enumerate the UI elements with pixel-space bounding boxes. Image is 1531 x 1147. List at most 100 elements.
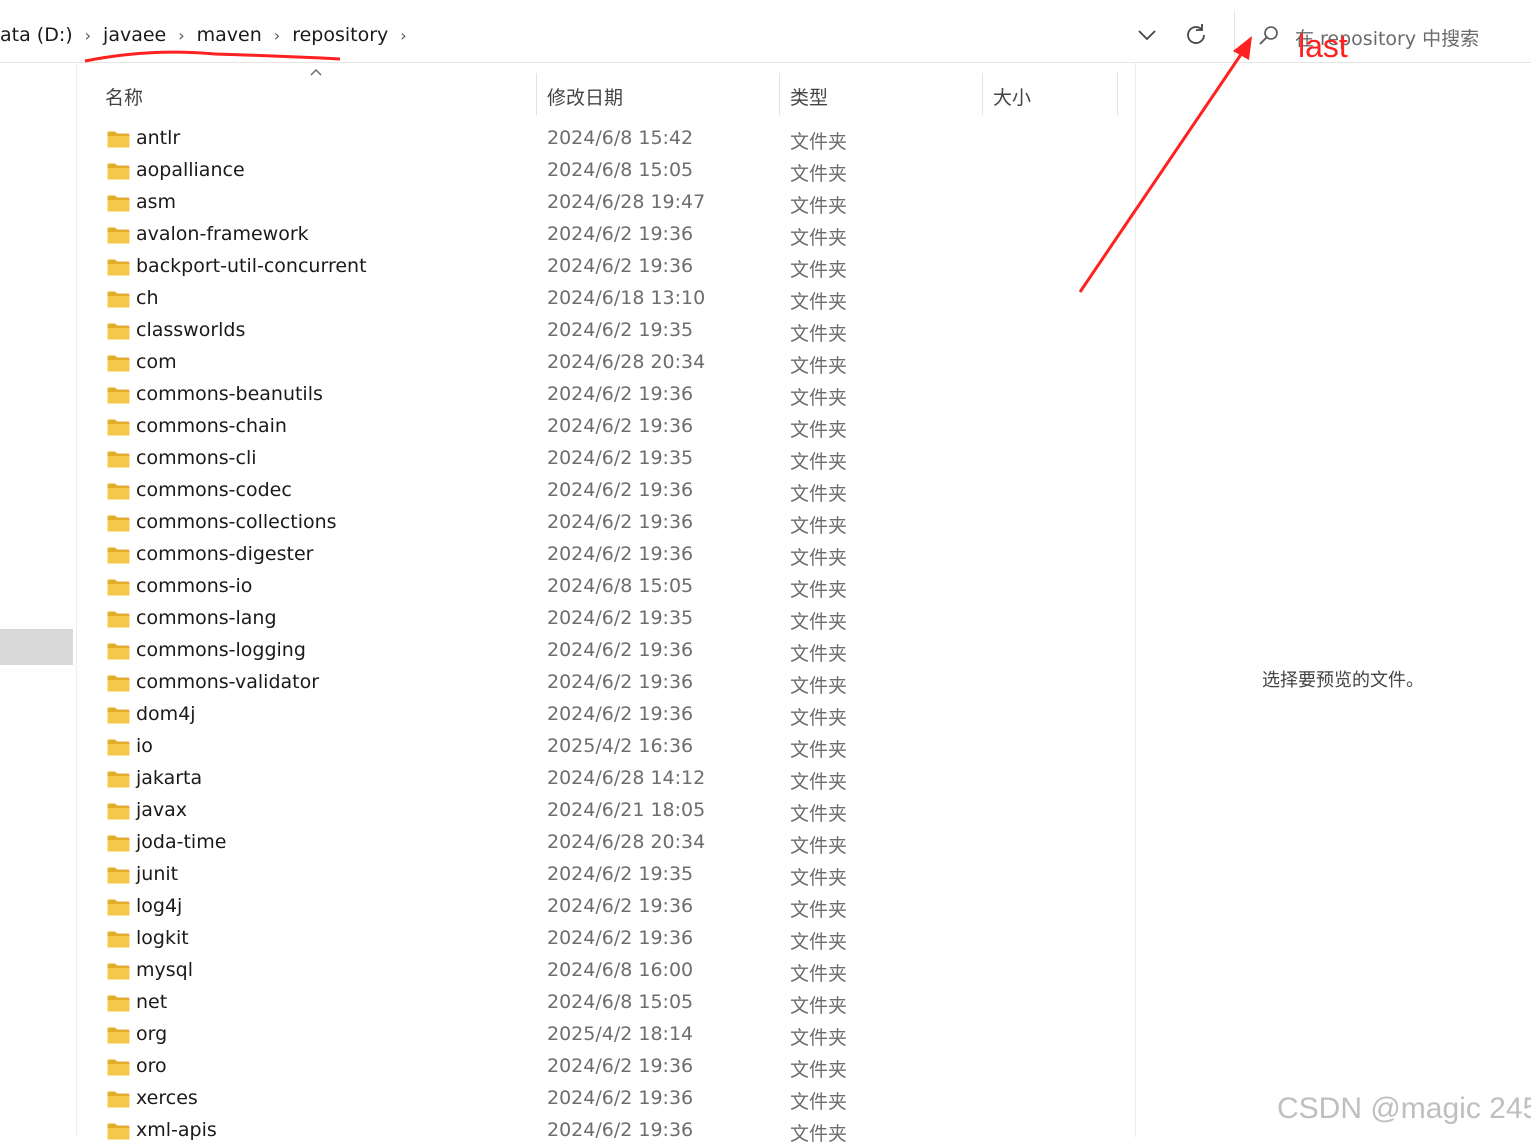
column-divider[interactable] — [536, 73, 537, 115]
file-row[interactable]: commons-digester 2024/6/2 19:36 文件夹 — [87, 539, 1117, 571]
file-row[interactable]: commons-lang 2024/6/2 19:35 文件夹 — [87, 603, 1117, 635]
file-modified: 2024/6/2 19:36 — [547, 415, 694, 437]
file-row[interactable]: commons-codec 2024/6/2 19:36 文件夹 — [87, 475, 1117, 507]
column-divider[interactable] — [1117, 73, 1118, 115]
file-modified: 2024/6/18 13:10 — [547, 287, 706, 309]
file-name: ch — [136, 287, 159, 309]
folder-icon — [107, 867, 130, 884]
chevron-down-icon[interactable] — [1134, 22, 1160, 48]
file-name: commons-logging — [136, 639, 306, 661]
file-list: 名称 修改日期 类型 大小 antlr 2024/6/8 15:42 文件夹 aopa… — [77, 63, 1135, 1145]
file-modified: 2024/6/8 16:00 — [547, 959, 694, 981]
file-row[interactable]: log4j 2024/6/2 19:36 文件夹 — [87, 891, 1117, 923]
file-row[interactable]: commons-cli 2024/6/2 19:35 文件夹 — [87, 443, 1117, 475]
file-name: net — [136, 991, 168, 1013]
file-row[interactable]: net 2024/6/8 15:05 文件夹 — [87, 987, 1117, 1019]
file-row[interactable]: javax 2024/6/21 18:05 文件夹 — [87, 795, 1117, 827]
file-modified: 2024/6/2 19:36 — [547, 543, 694, 565]
search-input[interactable]: 在 repository 中搜索 — [1295, 24, 1479, 51]
breadcrumb-drive[interactable]: ata (D:) — [0, 24, 77, 46]
file-row[interactable]: backport-util-concurrent 2024/6/2 19:36 文件… — [87, 251, 1117, 283]
file-type: 文件夹 — [790, 707, 848, 729]
file-row[interactable]: org 2025/4/2 18:14 文件夹 — [87, 1019, 1117, 1051]
file-type: 文件夹 — [790, 611, 848, 633]
folder-icon — [107, 163, 130, 180]
file-modified: 2025/4/2 16:36 — [547, 735, 694, 757]
file-type: 文件夹 — [790, 1123, 848, 1145]
folder-icon — [107, 1059, 130, 1076]
file-type: 文件夹 — [790, 771, 848, 793]
folder-icon — [107, 707, 130, 724]
column-header-modified[interactable]: 修改日期 — [547, 83, 623, 110]
file-row[interactable]: commons-io 2024/6/8 15:05 文件夹 — [87, 571, 1117, 603]
file-name: commons-collections — [136, 511, 337, 533]
file-row[interactable]: com 2024/6/28 20:34 文件夹 — [87, 347, 1117, 379]
file-type: 文件夹 — [790, 899, 848, 921]
file-name: commons-validator — [136, 671, 320, 693]
file-type: 文件夹 — [790, 323, 848, 345]
file-type: 文件夹 — [790, 1059, 848, 1081]
file-row[interactable]: xerces 2024/6/2 19:36 文件夹 — [87, 1083, 1117, 1115]
file-type: 文件夹 — [790, 643, 848, 665]
folder-icon — [107, 675, 130, 692]
column-divider[interactable] — [982, 73, 983, 115]
file-row[interactable]: commons-validator 2024/6/2 19:36 文件夹 — [87, 667, 1117, 699]
column-divider[interactable] — [779, 73, 780, 115]
file-row[interactable]: avalon-framework 2024/6/2 19:36 文件夹 — [87, 219, 1117, 251]
file-row[interactable]: junit 2024/6/2 19:35 文件夹 — [87, 859, 1117, 891]
folder-icon — [107, 611, 130, 628]
breadcrumb-chevron-icon[interactable]: › — [392, 26, 414, 45]
file-row[interactable]: dom4j 2024/6/2 19:36 文件夹 — [87, 699, 1117, 731]
file-type: 文件夹 — [790, 419, 848, 441]
column-header-type[interactable]: 类型 — [790, 83, 828, 110]
folder-icon — [107, 515, 130, 532]
file-modified: 2024/6/8 15:05 — [547, 159, 694, 181]
file-type: 文件夹 — [790, 163, 848, 185]
file-row[interactable]: aopalliance 2024/6/8 15:05 文件夹 — [87, 155, 1117, 187]
file-modified: 2024/6/2 19:36 — [547, 895, 694, 917]
file-name: commons-io — [136, 575, 253, 597]
breadcrumb-chevron-icon[interactable]: › — [266, 26, 288, 45]
file-name: com — [136, 351, 177, 373]
file-row[interactable]: commons-chain 2024/6/2 19:36 文件夹 — [87, 411, 1117, 443]
file-name: commons-cli — [136, 447, 257, 469]
file-type: 文件夹 — [790, 867, 848, 889]
column-header-size[interactable]: 大小 — [993, 83, 1031, 110]
file-row[interactable]: commons-collections 2024/6/2 19:36 文件夹 — [87, 507, 1117, 539]
file-row[interactable]: joda-time 2024/6/28 20:34 文件夹 — [87, 827, 1117, 859]
file-row[interactable]: xml-apis 2024/6/2 19:36 文件夹 — [87, 1115, 1117, 1147]
file-row[interactable]: oro 2024/6/2 19:36 文件夹 — [87, 1051, 1117, 1083]
file-type: 文件夹 — [790, 131, 848, 153]
search-box[interactable]: 在 repository 中搜索 — [1234, 10, 1531, 62]
column-header-name[interactable]: 名称 — [105, 83, 143, 110]
file-modified: 2024/6/28 19:47 — [547, 191, 706, 213]
file-name: commons-digester — [136, 543, 314, 565]
refresh-icon[interactable] — [1182, 21, 1210, 49]
file-name: joda-time — [136, 831, 227, 853]
breadcrumb-chevron-icon[interactable]: › — [77, 26, 99, 45]
file-name: oro — [136, 1055, 167, 1077]
address-bar[interactable]: ata (D:) › javaee › maven › repository › — [0, 10, 1220, 60]
preview-divider[interactable] — [1135, 63, 1136, 1137]
file-row[interactable]: logkit 2024/6/2 19:36 文件夹 — [87, 923, 1117, 955]
breadcrumb-javaee[interactable]: javaee — [99, 24, 170, 46]
file-row[interactable]: jakarta 2024/6/28 14:12 文件夹 — [87, 763, 1117, 795]
file-row[interactable]: commons-beanutils 2024/6/2 19:36 文件夹 — [87, 379, 1117, 411]
folder-icon — [107, 835, 130, 852]
folder-icon — [107, 451, 130, 468]
file-row[interactable]: commons-logging 2024/6/2 19:36 文件夹 — [87, 635, 1117, 667]
file-row[interactable]: classworlds 2024/6/2 19:35 文件夹 — [87, 315, 1117, 347]
file-row[interactable]: antlr 2024/6/8 15:42 文件夹 — [87, 123, 1117, 155]
file-row[interactable]: asm 2024/6/28 19:47 文件夹 — [87, 187, 1117, 219]
file-modified: 2024/6/2 19:36 — [547, 1119, 694, 1141]
file-row[interactable]: ch 2024/6/18 13:10 文件夹 — [87, 283, 1117, 315]
breadcrumb-repository[interactable]: repository — [288, 24, 392, 46]
breadcrumb-chevron-icon[interactable]: › — [170, 26, 192, 45]
file-modified: 2024/6/2 19:36 — [547, 639, 694, 661]
file-row[interactable]: io 2025/4/2 16:36 文件夹 — [87, 731, 1117, 763]
file-name: log4j — [136, 895, 183, 917]
file-row[interactable]: mysql 2024/6/8 16:00 文件夹 — [87, 955, 1117, 987]
breadcrumb-maven[interactable]: maven — [193, 24, 266, 46]
nav-selected-item[interactable] — [0, 629, 73, 665]
file-name: commons-lang — [136, 607, 277, 629]
